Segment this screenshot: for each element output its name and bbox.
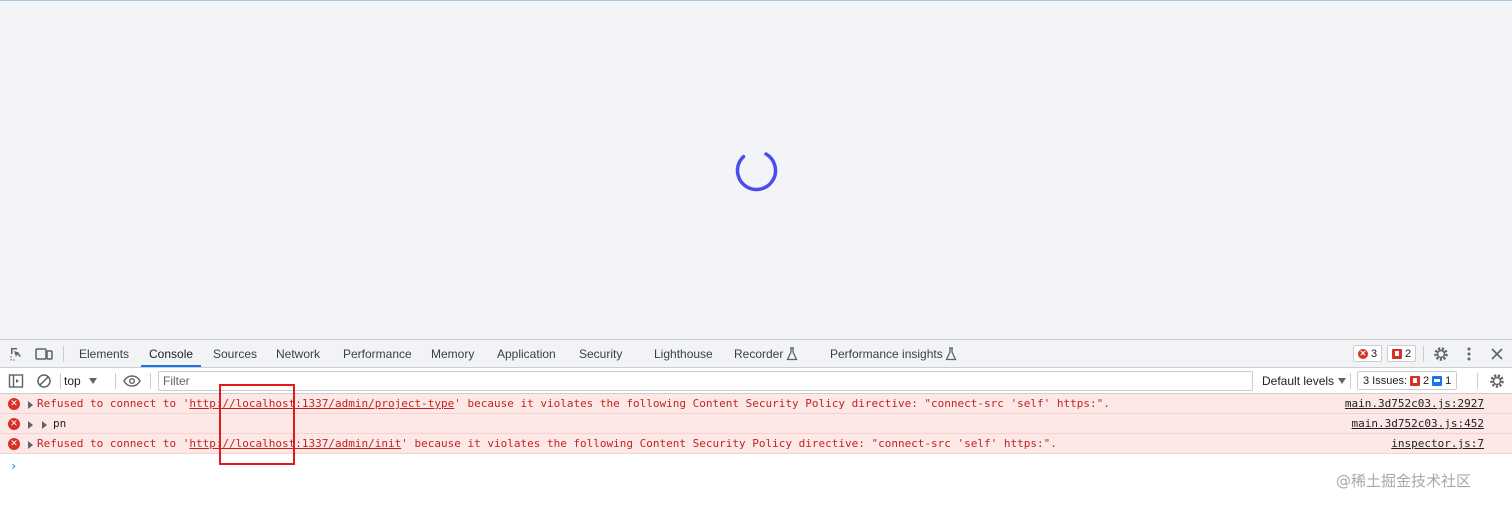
- console-prompt[interactable]: ›: [10, 459, 17, 473]
- toolbar-divider: [150, 373, 151, 389]
- expand-triangle-icon[interactable]: [28, 441, 33, 449]
- tabbar-divider: [1423, 346, 1424, 362]
- tab-performance-insights[interactable]: Performance insights: [830, 340, 943, 367]
- toolbar-divider: [115, 373, 116, 389]
- message-suffix: ' because it violates the following Cont…: [454, 397, 1110, 410]
- console-message: Refused to connect to 'http://localhost:…: [37, 397, 1110, 411]
- expand-triangle-icon[interactable]: [28, 421, 33, 429]
- console-message: pn: [53, 417, 67, 430]
- issues-button[interactable]: 3 Issues: 2 1: [1357, 371, 1458, 390]
- log-levels-dropdown[interactable]: Default levels: [1262, 372, 1347, 390]
- tabbar-divider: [63, 346, 64, 362]
- tab-sources[interactable]: Sources: [213, 340, 257, 367]
- annotation-highlight-box: [219, 384, 295, 465]
- watermark: @稀土掘金技术社区: [1336, 472, 1472, 490]
- tab-lighthouse[interactable]: Lighthouse: [654, 340, 713, 367]
- issues-label: 3 Issues:: [1363, 374, 1408, 387]
- expand-triangle-icon[interactable]: [42, 421, 47, 429]
- eye-icon[interactable]: [123, 372, 141, 390]
- error-icon: ✕: [8, 438, 20, 450]
- filter-input[interactable]: [158, 371, 1253, 391]
- issues-info-count: 1: [1445, 374, 1452, 387]
- warning-count-badge[interactable]: 2: [1387, 345, 1417, 362]
- gear-icon[interactable]: [1432, 345, 1450, 363]
- source-link[interactable]: main.3d752c03.js:452: [1352, 417, 1484, 431]
- tab-memory[interactable]: Memory: [431, 340, 474, 367]
- error-icon: ✕: [1358, 348, 1368, 359]
- console-message: Refused to connect to 'http://localhost:…: [37, 437, 1057, 451]
- chevron-down-icon: [88, 378, 97, 384]
- message-suffix: ' because it violates the following Cont…: [401, 437, 1057, 450]
- tab-elements[interactable]: Elements: [79, 340, 129, 367]
- sidebar-toggle-icon[interactable]: [7, 372, 25, 390]
- flask-icon: [942, 345, 960, 363]
- tab-application[interactable]: Application: [497, 340, 556, 367]
- error-icon: ✕: [8, 418, 20, 430]
- flask-icon: [783, 345, 801, 363]
- context-selector[interactable]: top: [64, 372, 97, 390]
- source-link[interactable]: main.3d752c03.js:2927: [1345, 397, 1484, 411]
- loading-spinner-icon: [735, 149, 778, 192]
- info-flag-icon: [1432, 375, 1443, 386]
- device-toolbar-icon[interactable]: [35, 345, 53, 363]
- devtools-tabbar: Elements Console Sources Network Perform…: [0, 340, 1512, 368]
- issue-flag-icon: [1392, 348, 1402, 359]
- issues-error-count: 2: [1423, 374, 1430, 387]
- toolbar-divider: [1477, 373, 1478, 389]
- tab-performance[interactable]: Performance: [343, 340, 412, 367]
- toolbar-divider: [60, 373, 61, 389]
- tab-network[interactable]: Network: [276, 340, 320, 367]
- warning-count: 2: [1405, 347, 1412, 360]
- issue-flag-icon: [1410, 375, 1421, 386]
- tab-console[interactable]: Console: [141, 340, 202, 367]
- message-prefix: Refused to connect to ': [37, 397, 190, 410]
- error-icon: ✕: [8, 398, 20, 410]
- chevron-down-icon: [1338, 378, 1347, 384]
- error-count: 3: [1371, 347, 1378, 360]
- toolbar-divider: [1350, 373, 1351, 389]
- error-count-badge[interactable]: ✕ 3: [1353, 345, 1383, 362]
- tab-security[interactable]: Security: [579, 340, 622, 367]
- context-label: top: [64, 374, 81, 388]
- message-prefix: Refused to connect to ': [37, 437, 190, 450]
- tab-recorder[interactable]: Recorder: [734, 340, 783, 367]
- close-icon[interactable]: [1488, 345, 1506, 363]
- page-viewport: [0, 0, 1512, 339]
- kebab-menu-icon[interactable]: [1460, 345, 1478, 363]
- log-levels-label: Default levels: [1262, 374, 1335, 388]
- source-link[interactable]: inspector.js:7: [1391, 437, 1484, 451]
- gear-icon[interactable]: [1488, 372, 1506, 390]
- clear-console-icon[interactable]: [35, 372, 53, 390]
- inspect-element-icon[interactable]: [8, 345, 26, 363]
- expand-triangle-icon[interactable]: [28, 401, 33, 409]
